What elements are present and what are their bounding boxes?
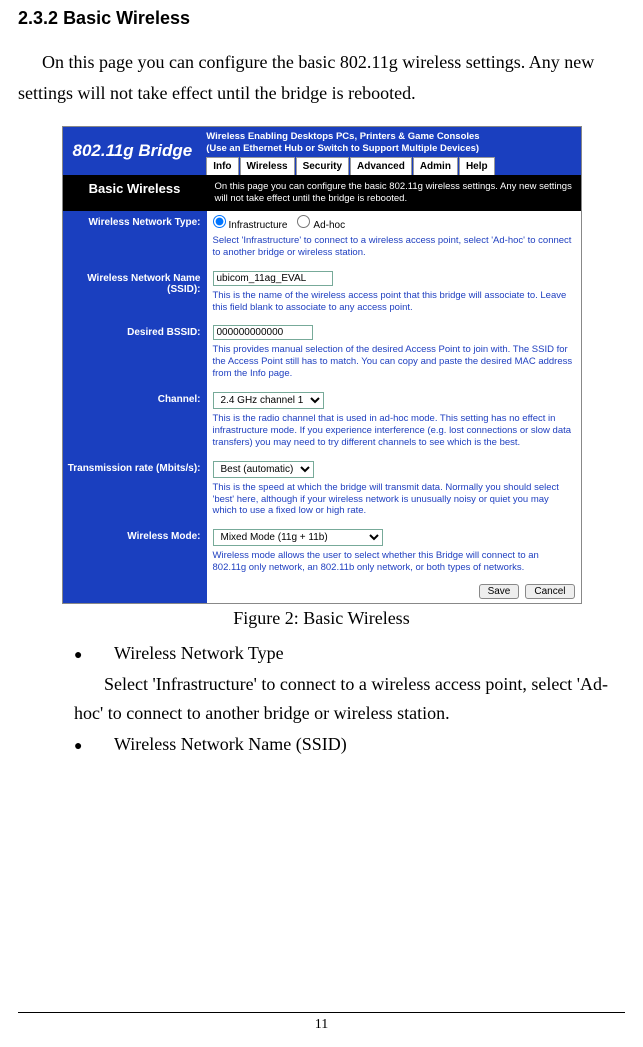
wmode-select[interactable]: Mixed Mode (11g + 11b) [213,529,383,546]
row-network-type: Wireless Network Type: Infrastructure Ad… [63,211,581,267]
label-txrate: Transmission rate (Mbits/s): [63,457,207,526]
section-title: Basic Wireless [63,8,190,28]
tab-info[interactable]: Info [206,157,238,175]
row-bssid: Desired BSSID: This provides manual sele… [63,321,581,388]
tagline-line2: (Use an Ethernet Hub or Switch to Suppor… [206,143,479,154]
bullet-list: ● Wireless Network Type [18,643,625,664]
bullet-2-title: Wireless Network Name (SSID) [114,734,347,755]
radio-infrastructure[interactable]: Infrastructure [213,215,288,231]
config-screenshot: 802.11g Bridge Wireless Enabling Desktop… [62,126,582,604]
tab-security[interactable]: Security [296,157,349,175]
row-ssid: Wireless Network Name (SSID): This is th… [63,267,581,322]
tab-advanced[interactable]: Advanced [350,157,412,175]
radio-infrastructure-label: Infrastructure [229,220,288,231]
txrate-select[interactable]: Best (automatic) [213,461,314,478]
page-label: Basic Wireless [63,181,207,205]
help-wmode: Wireless mode allows the user to select … [213,550,575,574]
bssid-input[interactable] [213,325,313,340]
bullet-icon: ● [74,648,114,664]
help-network-type: Select 'Infrastructure' to connect to a … [213,235,575,259]
radio-adhoc[interactable]: Ad-hoc [297,215,345,231]
page-number: 11 [18,1012,625,1033]
brand-title: 802.11g Bridge [63,127,201,167]
bullet-item-2: ● Wireless Network Name (SSID) [74,734,625,755]
tab-admin[interactable]: Admin [413,157,458,175]
row-wmode: Wireless Mode: Mixed Mode (11g + 11b) Wi… [63,525,581,582]
row-txrate: Transmission rate (Mbits/s): Best (autom… [63,457,581,526]
row-channel: Channel: 2.4 GHz channel 1 This is the r… [63,388,581,457]
label-network-type: Wireless Network Type: [63,211,207,267]
save-button[interactable]: Save [479,584,520,599]
cancel-button[interactable]: Cancel [525,584,574,599]
row-buttons: Save Cancel [63,582,581,603]
label-ssid: Wireless Network Name (SSID): [63,267,207,322]
help-channel: This is the radio channel that is used i… [213,413,575,449]
tab-help[interactable]: Help [459,157,495,175]
label-channel: Channel: [63,388,207,457]
tab-bar: Info Wireless Security Advanced Admin He… [200,157,580,175]
radio-infrastructure-input[interactable] [213,215,226,228]
help-ssid: This is the name of the wireless access … [213,290,575,314]
tagline-line1: Wireless Enabling Desktops PCs, Printers… [206,131,479,142]
radio-adhoc-label: Ad-hoc [313,220,345,231]
channel-select[interactable]: 2.4 GHz channel 1 [213,392,324,409]
banner-tagline: Wireless Enabling Desktops PCs, Printers… [200,127,580,156]
radio-adhoc-input[interactable] [297,215,310,228]
bullet-1-title: Wireless Network Type [114,643,284,664]
page-header-bar: Basic Wireless On this page you can conf… [63,175,581,211]
top-banner: 802.11g Bridge Wireless Enabling Desktop… [63,127,581,175]
bullet-icon: ● [74,739,114,755]
bullet-1-body: Select 'Infrastructure' to connect to a … [18,670,625,728]
ssid-input[interactable] [213,271,333,286]
section-number: 2.3.2 [18,8,58,28]
tab-wireless[interactable]: Wireless [240,157,295,175]
intro-paragraph: On this page you can configure the basic… [18,47,625,108]
section-heading: 2.3.2 Basic Wireless [18,8,625,29]
figure-caption: Figure 2: Basic Wireless [18,608,625,629]
label-wmode: Wireless Mode: [63,525,207,582]
bullet-item-1: ● Wireless Network Type [74,643,625,664]
help-bssid: This provides manual selection of the de… [213,344,575,380]
page-desc: On this page you can configure the basic… [207,181,581,205]
label-bssid: Desired BSSID: [63,321,207,388]
help-txrate: This is the speed at which the bridge wi… [213,482,575,518]
